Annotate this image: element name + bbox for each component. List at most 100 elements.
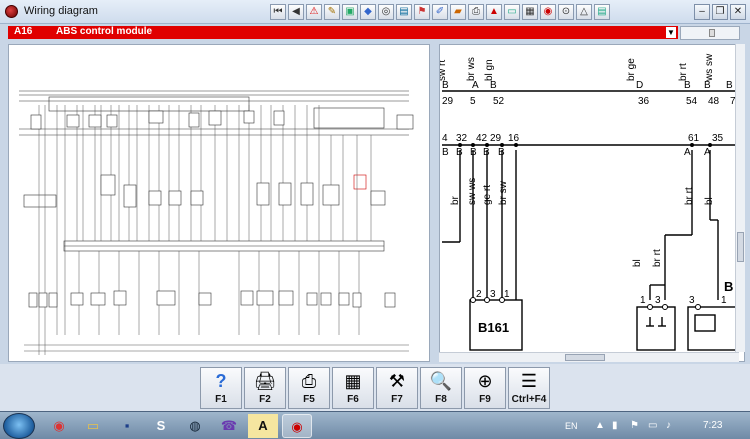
car-icon[interactable]: ▰: [450, 4, 466, 20]
connector-pin-label: 1: [640, 295, 646, 306]
f8-label: F8: [435, 394, 447, 405]
first-page-icon[interactable]: ⏮: [270, 4, 286, 20]
print-setup-icon: 🖨: [253, 371, 277, 391]
wire-color-label: br sw: [498, 180, 509, 205]
function-key-bar: ? F1 🖨 F2 ⎙ F5 ▦ F6 ⚒ F7 🔍 F8 ⊕ F9 ☰ Ctr…: [0, 364, 750, 411]
document-icon[interactable]: ▭: [504, 4, 520, 20]
minimize-button[interactable]: –: [694, 4, 710, 20]
chevron-down-icon[interactable]: ▼: [666, 27, 676, 38]
component-label: B: [724, 279, 733, 294]
connector-pin-label: 1: [504, 289, 510, 300]
pin-number-label: 35: [712, 133, 724, 144]
disc-icon[interactable]: ◎: [378, 4, 394, 20]
pin-number-label: 42: [476, 133, 488, 144]
volume-icon[interactable]: ♪: [666, 420, 671, 431]
wire-color-label: ge rt: [482, 185, 493, 205]
zoom-component-icon: 🔍: [429, 371, 453, 391]
title-bar: Wiring diagram ⏮ ◀ ⚠ ✎ ▣ ◆ ◎ ▤ ⚑ ✐ ▰ ⎙ ▲…: [0, 0, 750, 24]
battery-icon[interactable]: ▭: [648, 420, 657, 431]
pin-number-label: 61: [688, 133, 700, 144]
tray-arrow-icon[interactable]: ▲: [595, 420, 605, 431]
component-label-b161: B161: [478, 320, 509, 335]
list-icon: ☰: [520, 371, 538, 391]
note-icon[interactable]: A: [248, 414, 278, 438]
detail-diagram-panel[interactable]: sw rt br ws bl gn br ge br rt ws sw 29 5 52 36 54 4…: [439, 44, 745, 362]
wire-color-label: sw rt: [440, 60, 448, 81]
flag-tray-icon[interactable]: ⚑: [630, 420, 639, 431]
component-icon[interactable]: ▤: [396, 4, 412, 20]
scroll-thumb[interactable]: [565, 354, 605, 361]
pin-letter-label: B: [490, 80, 497, 91]
edit-icon[interactable]: ✐: [432, 4, 448, 20]
clock[interactable]: 7:23: [703, 420, 722, 431]
wire-color-label: br: [450, 195, 461, 205]
close-button[interactable]: ✕: [730, 4, 746, 20]
zoom-slider[interactable]: [680, 26, 740, 40]
pin-letter-label: B: [470, 147, 477, 158]
warning-icon[interactable]: ⚠: [306, 4, 322, 20]
wiring-app-icon[interactable]: ◉: [282, 414, 312, 438]
previous-icon[interactable]: ◀: [288, 4, 304, 20]
pin-letter-label: B: [442, 80, 449, 91]
wire-color-label: sw ws: [467, 178, 478, 205]
pin-number-label: 5: [470, 96, 476, 107]
viber-icon[interactable]: ☎: [214, 414, 244, 438]
pin-number-label: 32: [456, 133, 468, 144]
skype-icon[interactable]: S: [146, 414, 176, 438]
f5-print-button[interactable]: ⎙ F5: [288, 367, 330, 409]
ctrl-f4-list-button[interactable]: ☰ Ctrl+F4: [508, 367, 550, 409]
f2-print-setup-button[interactable]: 🖨 F2: [244, 367, 286, 409]
ctrl-f4-label: Ctrl+F4: [511, 394, 547, 405]
f9-magnify-button[interactable]: ⊕ F9: [464, 367, 506, 409]
pin-number-label: 29: [442, 96, 454, 107]
pin-number-label: 48: [708, 96, 720, 107]
grid-icon[interactable]: ▦: [522, 4, 538, 20]
connector-pin-label: 2: [476, 289, 482, 300]
taskbar: ◉ ▭ ▪ S ◍ ☎ A ◉ EN ▲ ▮ ⚑ ▭ ♪ 7:23: [0, 411, 750, 439]
restore-button[interactable]: ❐: [712, 4, 728, 20]
pin-number-label: 4: [442, 133, 448, 144]
printer-icon: ⎙: [301, 371, 317, 391]
f8-zoom-component-button[interactable]: 🔍 F8: [420, 367, 462, 409]
pin-letter-label: A: [684, 147, 691, 158]
wire-color-label: bl: [704, 197, 715, 205]
filter-icon[interactable]: ▤: [594, 4, 610, 20]
chart-icon[interactable]: ◆: [360, 4, 376, 20]
vertical-scrollbar[interactable]: [735, 44, 745, 352]
flag-icon[interactable]: ⚑: [414, 4, 430, 20]
pin-number-label: 36: [638, 96, 650, 107]
f2-label: F2: [259, 394, 271, 405]
pin-letter-label: D: [636, 80, 643, 91]
chrome-icon[interactable]: ◉: [44, 414, 74, 438]
slider-handle[interactable]: [709, 29, 715, 37]
start-button[interactable]: [3, 413, 35, 439]
tools-icon[interactable]: △: [576, 4, 592, 20]
bmw-icon[interactable]: ◍: [180, 414, 210, 438]
pin-letter-label: B: [704, 80, 711, 91]
module-name: ABS control module: [56, 26, 153, 37]
horizontal-scrollbar[interactable]: [439, 352, 739, 362]
warning-car-icon[interactable]: ▲: [486, 4, 502, 20]
f7-tools-button[interactable]: ⚒ F7: [376, 367, 418, 409]
overview-schematic[interactable]: [9, 45, 429, 361]
folder-icon[interactable]: ▭: [78, 414, 108, 438]
print-icon[interactable]: ⎙: [468, 4, 484, 20]
overview-diagram-panel[interactable]: [8, 44, 430, 362]
pin-letter-label: B: [726, 80, 733, 91]
f1-help-button[interactable]: ? F1: [200, 367, 242, 409]
f6-fuse-button[interactable]: ▦ F6: [332, 367, 374, 409]
pin-letter-label: B: [483, 147, 490, 158]
notes-icon[interactable]: ✎: [324, 4, 340, 20]
module-selector[interactable]: A16 ABS control module ▼: [8, 26, 678, 39]
window-title: Wiring diagram: [24, 5, 98, 17]
search-car-icon[interactable]: ◉: [540, 4, 556, 20]
language-indicator[interactable]: EN: [565, 421, 578, 431]
detail-schematic[interactable]: sw rt br ws bl gn br ge br rt ws sw 29 5 52 36 54 4…: [440, 45, 745, 362]
scroll-thumb[interactable]: [737, 232, 744, 262]
target-icon[interactable]: ⊙: [558, 4, 574, 20]
map-icon[interactable]: ▣: [342, 4, 358, 20]
connector-pin-label: 3: [655, 295, 661, 306]
network-icon[interactable]: ▮: [612, 420, 618, 431]
help-icon: ?: [215, 371, 227, 391]
save-icon[interactable]: ▪: [112, 414, 142, 438]
